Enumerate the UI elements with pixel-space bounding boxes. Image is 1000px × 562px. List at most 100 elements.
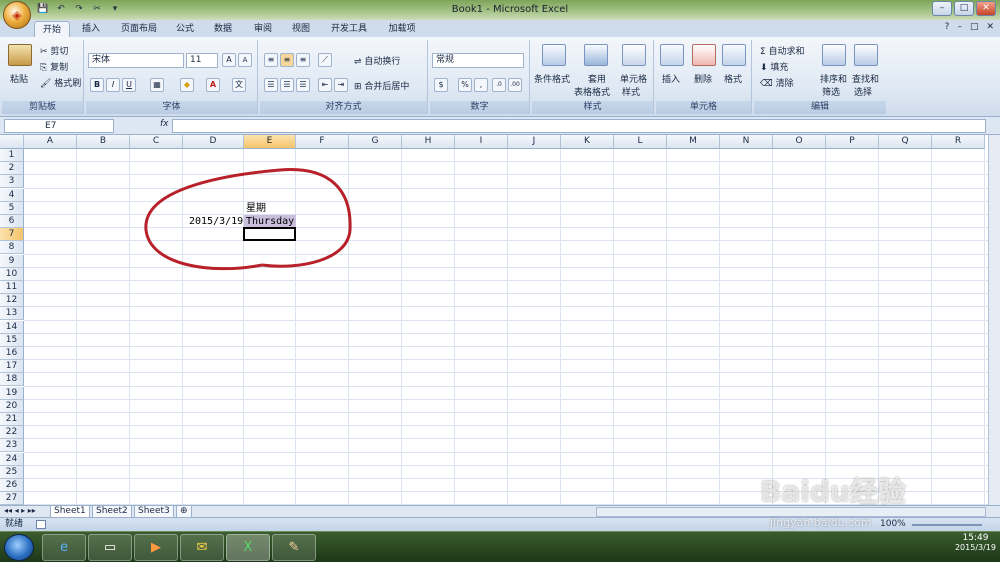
sort-filter-label-1[interactable]: 排序和 — [820, 72, 847, 85]
column-header-f[interactable]: F — [296, 135, 349, 149]
column-header-e[interactable]: E — [244, 135, 296, 149]
align-left-icon[interactable]: ☰ — [264, 78, 278, 92]
fill-color-icon[interactable]: ◆ — [180, 78, 194, 92]
column-header-m[interactable]: M — [667, 135, 720, 149]
row-header-14[interactable]: 14 — [0, 320, 24, 334]
cut-button[interactable]: ✂ 剪切 — [40, 44, 68, 57]
borders-icon[interactable]: ▦ — [150, 78, 164, 92]
column-header-l[interactable]: L — [614, 135, 667, 149]
tab-page-layout[interactable]: 页面布局 — [114, 21, 164, 37]
column-header-b[interactable]: B — [77, 135, 130, 149]
bold-button[interactable]: B — [90, 78, 104, 92]
delete-cells-icon[interactable] — [692, 44, 716, 66]
row-header-24[interactable]: 24 — [0, 452, 24, 466]
shrink-font-button[interactable]: A — [238, 53, 252, 67]
explorer-icon[interactable]: ▭ — [88, 534, 132, 561]
redo-icon[interactable]: ↷ — [72, 3, 86, 16]
active-cell-e7[interactable] — [243, 227, 296, 242]
cell-d6[interactable]: 2015/3/19 — [189, 215, 243, 228]
mail-icon[interactable]: ✉ — [180, 534, 224, 561]
column-header-r[interactable]: R — [932, 135, 985, 149]
column-header-g[interactable]: G — [349, 135, 402, 149]
row-header-11[interactable]: 11 — [0, 281, 24, 294]
format-as-table-label-2[interactable]: 表格格式 — [574, 85, 610, 98]
row-header-23[interactable]: 23 — [0, 439, 24, 453]
row-header-13[interactable]: 13 — [0, 307, 24, 321]
delete-cells-button[interactable]: 删除 — [694, 72, 712, 85]
row-header-25[interactable]: 25 — [0, 465, 24, 479]
align-right-icon[interactable]: ☰ — [296, 78, 310, 92]
fill-button[interactable]: ⬇ 填充 — [760, 60, 788, 73]
column-header-a[interactable]: A — [24, 135, 77, 149]
comma-button[interactable]: , — [474, 78, 488, 92]
start-button[interactable] — [4, 534, 34, 561]
grow-font-button[interactable]: A — [222, 53, 236, 67]
row-header-1[interactable]: 1 — [0, 149, 24, 162]
format-as-table-label-1[interactable]: 套用 — [588, 72, 606, 85]
increase-decimal-icon[interactable]: .0 — [492, 78, 506, 92]
format-cells-button[interactable]: 格式 — [724, 72, 742, 85]
row-header-16[interactable]: 16 — [0, 347, 24, 360]
find-select-label-2[interactable]: 选择 — [854, 85, 872, 98]
font-name-select[interactable]: 宋体 — [88, 53, 184, 68]
format-as-table-icon[interactable] — [584, 44, 608, 66]
column-header-h[interactable]: H — [402, 135, 455, 149]
cut-icon[interactable]: ✂ — [90, 3, 104, 16]
row-header-15[interactable]: 15 — [0, 333, 24, 347]
tab-formulas[interactable]: 公式 — [170, 21, 200, 37]
customize-qat-icon[interactable]: ▾ — [108, 3, 122, 16]
align-top-icon[interactable]: ≡ — [264, 53, 278, 67]
row-header-12[interactable]: 12 — [0, 294, 24, 308]
align-center-icon[interactable]: ☰ — [280, 78, 294, 92]
copy-button[interactable]: ⎘ 复制 — [40, 60, 68, 73]
row-header-22[interactable]: 22 — [0, 426, 24, 440]
italic-button[interactable]: I — [106, 78, 120, 92]
merge-center-button[interactable]: ⊞ 合并后居中 — [354, 79, 409, 92]
cell-styles-label-1[interactable]: 单元格 — [620, 72, 647, 85]
column-header-o[interactable]: O — [773, 135, 826, 149]
column-header-i[interactable]: I — [455, 135, 508, 149]
phonetic-icon[interactable]: 文 — [232, 78, 246, 92]
sort-filter-label-2[interactable]: 筛选 — [822, 85, 840, 98]
row-header-21[interactable]: 21 — [0, 413, 24, 426]
cell-e5[interactable]: 星期 — [246, 202, 266, 215]
undo-icon[interactable]: ↶ — [54, 3, 68, 16]
maximize-button[interactable]: □ — [954, 1, 974, 16]
column-header-k[interactable]: K — [561, 135, 614, 149]
number-format-select[interactable]: 常规 — [432, 53, 524, 68]
macro-record-icon[interactable] — [36, 520, 46, 529]
media-player-icon[interactable]: ▶ — [134, 534, 178, 561]
row-header-7[interactable]: 7 — [0, 228, 24, 242]
select-all-corner[interactable] — [0, 135, 24, 149]
ie-icon[interactable]: e — [42, 534, 86, 561]
save-icon[interactable]: 💾 — [36, 3, 50, 16]
decrease-decimal-icon[interactable]: .00 — [508, 78, 522, 92]
tab-insert[interactable]: 插入 — [76, 21, 106, 37]
row-header-27[interactable]: 27 — [0, 492, 24, 505]
conditional-format-icon[interactable] — [542, 44, 566, 66]
row-header-3[interactable]: 3 — [0, 175, 24, 189]
underline-button[interactable]: U — [122, 78, 136, 92]
help-icon[interactable]: ? — [945, 22, 950, 32]
currency-icon[interactable]: $ — [434, 78, 448, 92]
row-header-9[interactable]: 9 — [0, 254, 24, 268]
row-header-26[interactable]: 26 — [0, 479, 24, 492]
row-header-6[interactable]: 6 — [0, 215, 24, 228]
column-header-p[interactable]: P — [826, 135, 879, 149]
row-header-10[interactable]: 10 — [0, 267, 24, 281]
ribbon-close-icon[interactable]: ✕ — [986, 22, 994, 32]
paste-button[interactable]: 粘贴 — [10, 72, 28, 85]
paint-icon[interactable]: ✎ — [272, 534, 316, 561]
format-painter-button[interactable]: 🖌 格式刷 — [40, 76, 81, 89]
wrap-text-button[interactable]: ⇌ 自动换行 — [354, 54, 400, 67]
name-box[interactable]: E7 — [4, 119, 114, 133]
autosum-button[interactable]: Σ 自动求和 — [760, 44, 805, 57]
row-header-8[interactable]: 8 — [0, 241, 24, 255]
insert-cells-icon[interactable] — [660, 44, 684, 66]
excel-taskbar-icon[interactable]: X — [226, 534, 270, 561]
clear-button[interactable]: ⌫ 清除 — [760, 76, 794, 89]
font-size-select[interactable]: 11 — [186, 53, 218, 68]
row-header-5[interactable]: 5 — [0, 201, 24, 215]
row-header-17[interactable]: 17 — [0, 360, 24, 374]
increase-indent-icon[interactable]: ⇥ — [334, 78, 348, 92]
